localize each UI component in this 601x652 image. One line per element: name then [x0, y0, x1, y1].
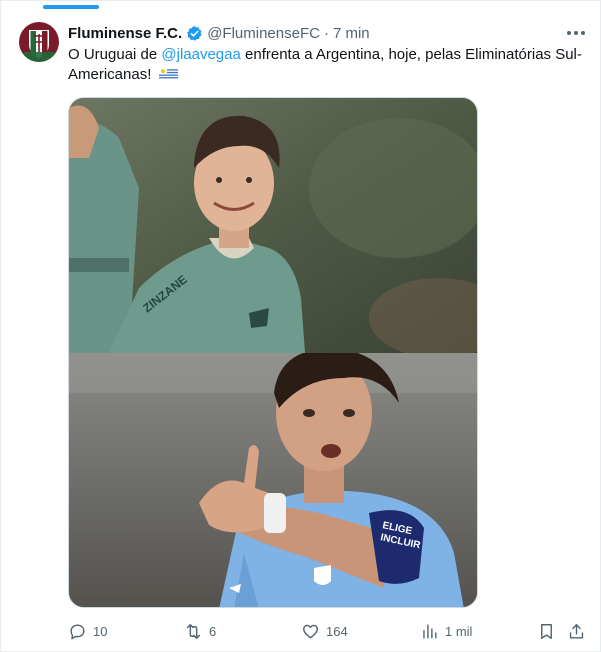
- tweet-text: O Uruguai de @jlaavegaa enfrenta a Argen…: [68, 45, 583, 85]
- repost-button[interactable]: 6: [184, 620, 216, 642]
- tweet-text-part: O Uruguai de: [68, 46, 162, 63]
- mention-link[interactable]: @jlaavegaa: [161, 46, 240, 63]
- like-count: 164: [326, 623, 348, 639]
- bookmark-button[interactable]: [537, 620, 556, 642]
- tweet-card[interactable]: Fluminense F.C. @FluminenseFC · 7 min O …: [0, 0, 601, 652]
- reply-count: 10: [93, 623, 108, 639]
- reply-icon: [70, 623, 85, 639]
- more-options-icon[interactable]: [565, 23, 587, 43]
- timestamp[interactable]: 7 min: [333, 25, 370, 42]
- views-chart-icon: [423, 623, 437, 639]
- tweet-header: Fluminense F.C. @FluminenseFC · 7 min: [68, 23, 370, 43]
- tweet-media[interactable]: ZINZANE ELIGE INCLUIR: [68, 97, 478, 608]
- photo-match[interactable]: ELIGE INCLUIR: [69, 353, 477, 607]
- share-icon: [569, 623, 584, 639]
- author-handle[interactable]: @FluminenseFC: [207, 25, 320, 42]
- uruguay-flag-icon: [158, 68, 178, 80]
- photo-training[interactable]: ZINZANE: [69, 98, 477, 353]
- tab-indicator: [43, 5, 99, 9]
- separator-dot: ·: [323, 24, 329, 42]
- like-button[interactable]: 164: [301, 620, 348, 642]
- author-name[interactable]: Fluminense F.C.: [68, 25, 182, 42]
- bookmark-icon: [541, 623, 552, 639]
- verified-badge-icon: [187, 25, 202, 41]
- fluminense-crest-icon: [19, 22, 59, 62]
- views-count: 1 mil: [445, 623, 473, 639]
- heart-icon: [303, 624, 318, 639]
- avatar[interactable]: [19, 22, 59, 62]
- reply-button[interactable]: 10: [68, 620, 107, 642]
- repost-icon: [186, 623, 201, 639]
- views-button[interactable]: 1 mil: [420, 620, 472, 642]
- repost-count: 6: [209, 623, 217, 639]
- tweet-actions: 10 6 164 1 mil: [68, 620, 588, 642]
- share-button[interactable]: [567, 620, 586, 642]
